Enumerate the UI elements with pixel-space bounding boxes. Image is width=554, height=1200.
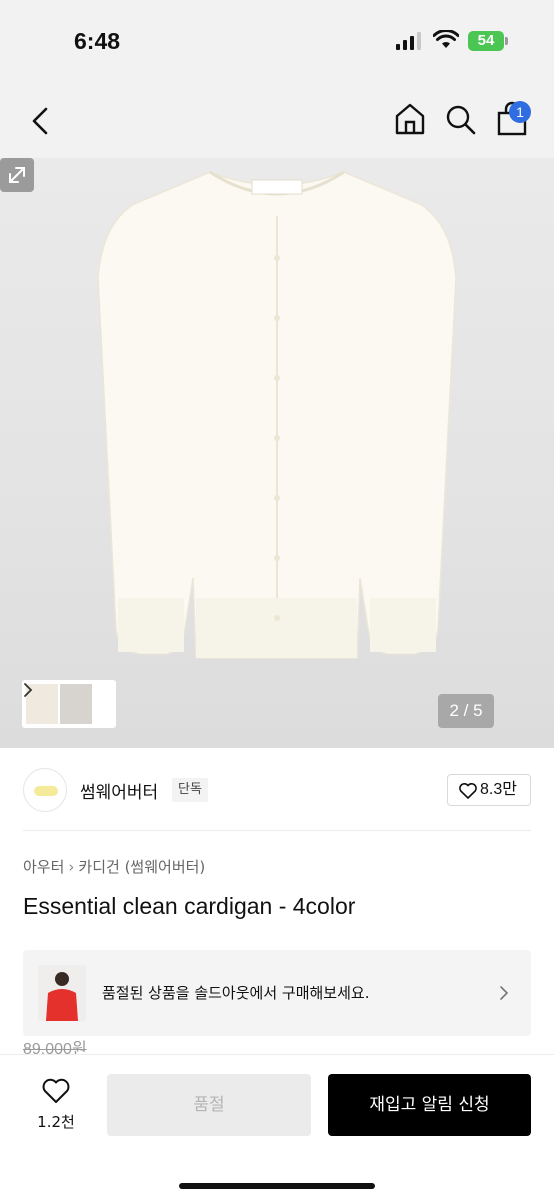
home-indicator	[179, 1183, 375, 1189]
image-page-indicator: 2 / 5	[438, 694, 494, 728]
brand-logo[interactable]	[23, 768, 67, 812]
cellular-signal-icon	[396, 32, 421, 50]
product-image-gallery[interactable]: 2 / 5	[0, 158, 554, 748]
thumbnail-image[interactable]	[60, 684, 92, 724]
soldout-button: 품절	[107, 1074, 311, 1136]
wifi-icon	[433, 30, 459, 48]
divider	[23, 830, 531, 831]
thumbnail-strip[interactable]	[22, 680, 116, 728]
chevron-right-icon[interactable]	[22, 680, 34, 700]
battery-level: 54	[468, 31, 504, 51]
expand-arrow-icon[interactable]	[0, 158, 34, 192]
heart-outline-icon	[459, 783, 477, 799]
exclusive-badge: 단독	[172, 778, 208, 802]
soldout-promo-text: 품절된 상품을 솔드아웃에서 구매해보세요.	[102, 984, 370, 1002]
breadcrumb-separator-icon: ›	[68, 858, 75, 876]
top-nav-bar	[0, 84, 554, 158]
cart-count-badge: 1	[509, 101, 531, 123]
chevron-left-icon[interactable]	[24, 102, 58, 140]
restock-alert-button[interactable]: 재입고 알림 신청	[328, 1074, 531, 1136]
battery-icon: 54	[468, 31, 508, 51]
promo-thumbnail	[38, 965, 86, 1021]
status-bar: 6:48 54	[0, 0, 554, 84]
brand-name[interactable]: 썸웨어버터	[80, 778, 158, 803]
heart-outline-icon	[42, 1078, 70, 1103]
breadcrumb-item-outer[interactable]: 아우터	[23, 856, 64, 877]
breadcrumb-item-cardigan[interactable]: 카디건 (썸웨어버터)	[78, 856, 205, 877]
product-title: Essential clean cardigan - 4color	[23, 893, 356, 919]
status-time: 6:48	[74, 28, 121, 54]
bottom-action-bar: 1.2천 품절 재입고 알림 신청	[0, 1054, 554, 1200]
search-icon[interactable]	[444, 101, 478, 137]
home-icon[interactable]	[393, 101, 427, 137]
wishlist-count: 1.2천	[37, 1113, 75, 1131]
wishlist-button[interactable]: 1.2천	[23, 1073, 89, 1137]
breadcrumb: 아우터 › 카디건 (썸웨어버터)	[23, 856, 205, 877]
brand-like-count: 8.3만	[480, 781, 517, 798]
soldout-promo-banner[interactable]: 품절된 상품을 솔드아웃에서 구매해보세요.	[23, 950, 531, 1036]
chevron-right-icon	[500, 986, 509, 1000]
product-image	[97, 170, 457, 659]
brand-like-button[interactable]: 8.3만	[447, 774, 531, 806]
